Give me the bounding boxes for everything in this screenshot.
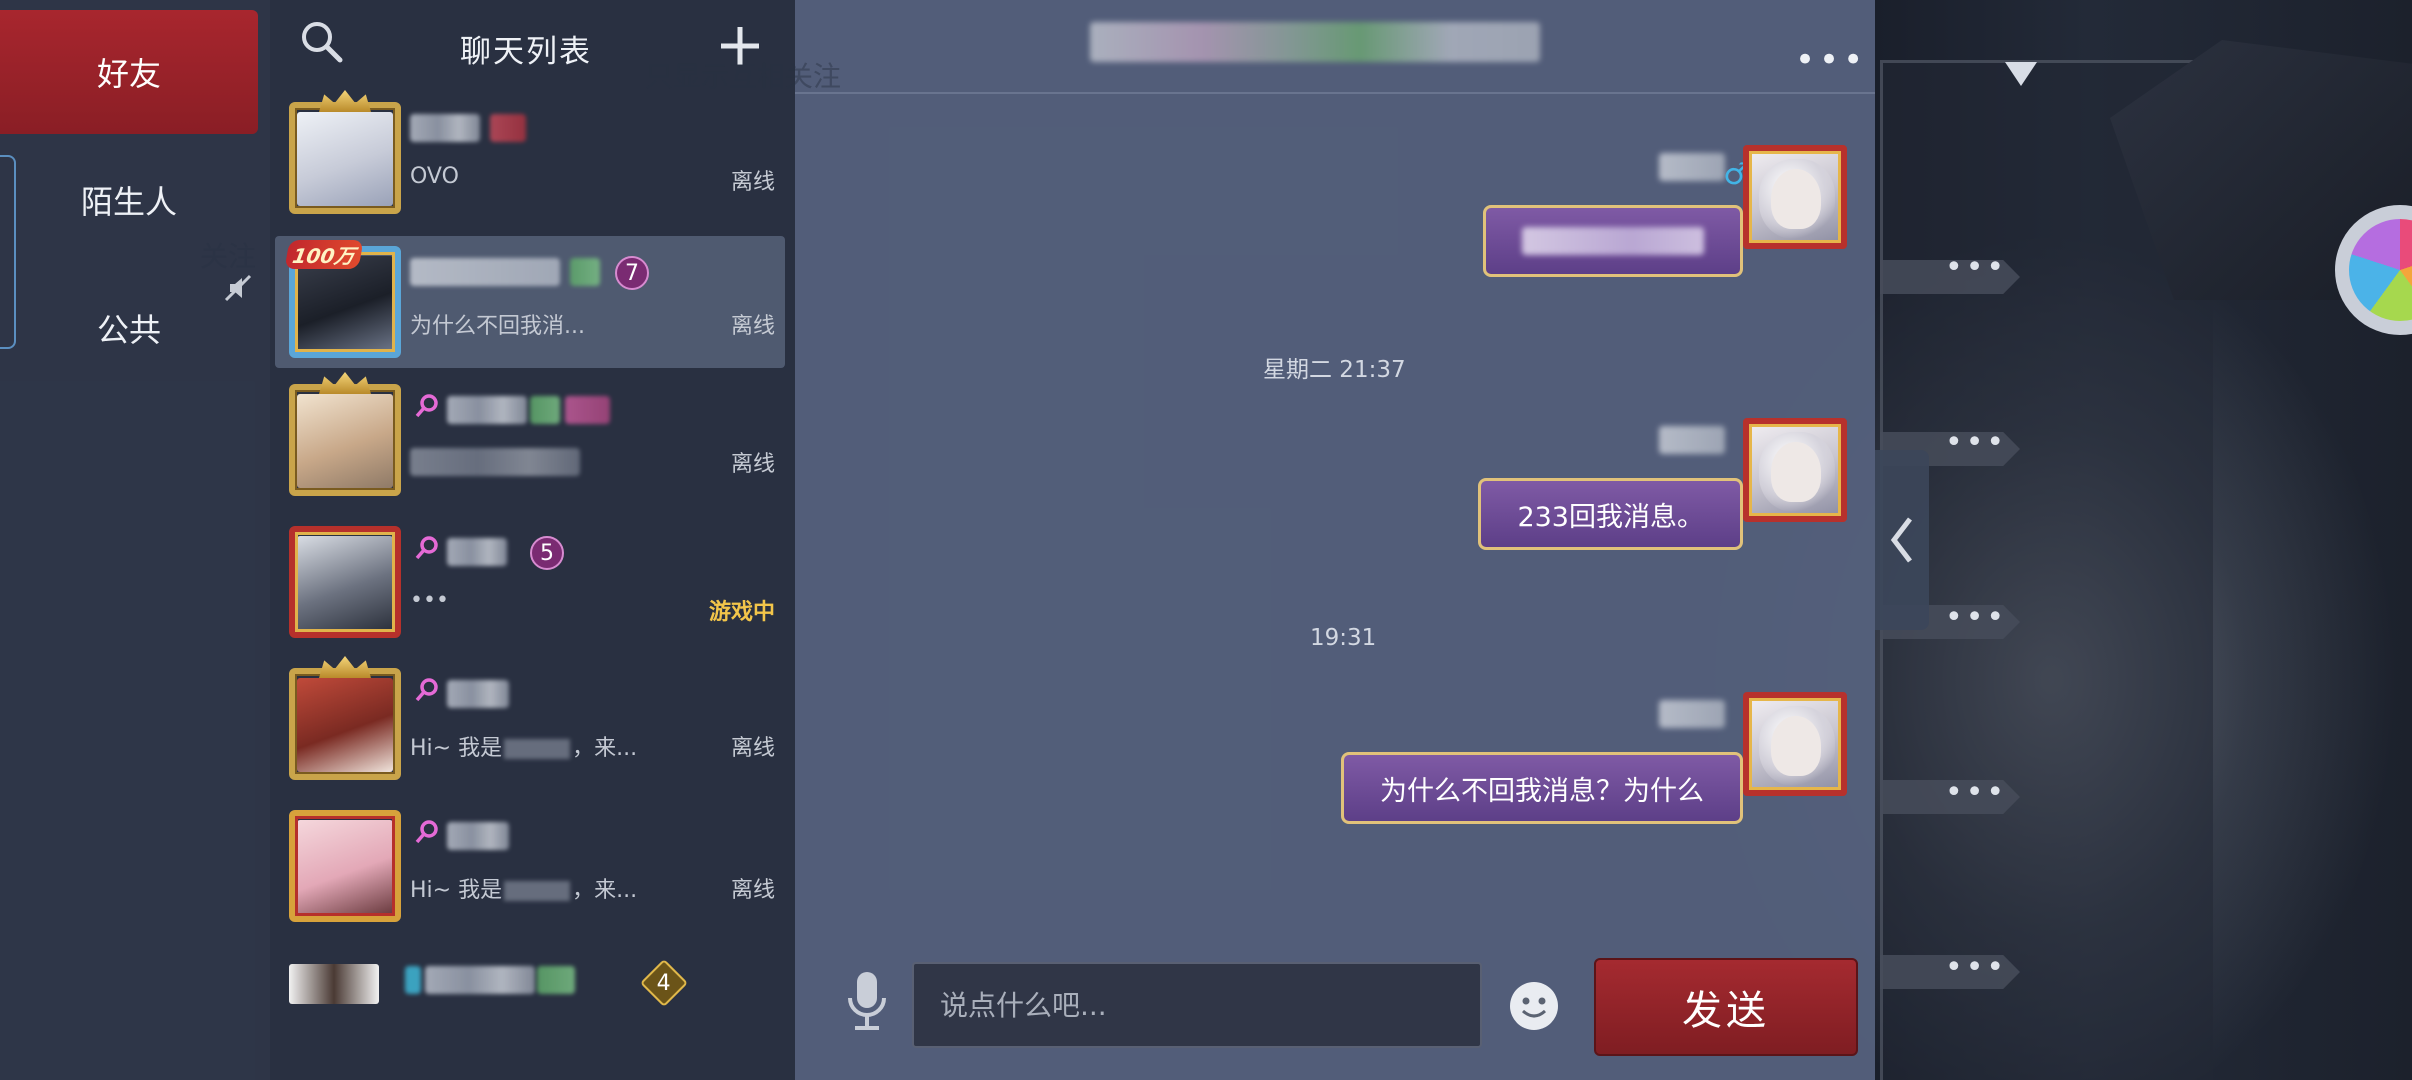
message-row: 233回我消息。: [795, 418, 1875, 558]
search-icon[interactable]: [298, 18, 344, 64]
send-button[interactable]: 发送: [1594, 958, 1858, 1056]
message-text: 233回我消息。: [1517, 501, 1704, 533]
contact-status: 离线: [730, 452, 775, 477]
message-bubble: [1483, 205, 1743, 277]
message-row: 为什么不回我消息？为什么: [795, 692, 1875, 832]
message-timestamp: 19:31: [1310, 625, 1377, 651]
emoji-icon[interactable]: [1508, 980, 1560, 1032]
female-icon: [415, 536, 438, 560]
dropdown-arrow-icon: [2005, 62, 2037, 86]
mic-icon[interactable]: [845, 970, 889, 1032]
contact-status: 离线: [730, 878, 775, 903]
avatar: [289, 810, 401, 922]
contact-name-redacted: [447, 396, 527, 424]
send-button-label: 发送: [1682, 988, 1770, 1034]
female-icon: [415, 820, 438, 844]
avatar: 100万: [284, 240, 401, 358]
message-bubble: 为什么不回我消息？为什么: [1341, 752, 1743, 824]
message-input[interactable]: [912, 962, 1482, 1048]
avatar: [289, 656, 401, 780]
contact-name-redacted: [425, 966, 535, 994]
unread-count-badge: 7: [615, 256, 649, 290]
background-more-icon: •••: [1945, 250, 2008, 285]
contact-item[interactable]: OVO 离线: [275, 90, 785, 224]
contact-preview: •••: [410, 588, 449, 613]
avatar: [289, 90, 401, 214]
unread-count-badge: 4: [639, 958, 689, 1008]
nav-tab-label: 好友: [96, 55, 161, 93]
header-divider: [795, 92, 1875, 94]
avatar: [289, 526, 401, 638]
contact-name-redacted: [530, 396, 560, 424]
sender-avatar[interactable]: [1743, 145, 1847, 249]
background-more-icon: •••: [1945, 950, 2008, 985]
background-more-icon: •••: [1945, 425, 2008, 460]
contact-preview: Hi~ 我是 ，来...: [410, 736, 638, 761]
chat-panel: ••• 只显示互相关注 关注 ♂ 星期二 21:37 233回我消息。 19:3…: [200, 0, 1875, 1080]
female-icon: [415, 394, 438, 418]
nav-tab-friends[interactable]: 好友: [0, 10, 258, 134]
contact-name-redacted: [447, 822, 509, 850]
contact-status: 离线: [730, 314, 775, 339]
nav-tab-label: 陌生人: [80, 183, 177, 221]
background-more-icon: •••: [1945, 600, 2008, 635]
contact-name-redacted: [570, 258, 600, 286]
sender-avatar[interactable]: [1743, 692, 1847, 796]
female-icon: [415, 678, 438, 702]
contact-status: 游戏中: [708, 600, 775, 625]
message-bubble: 233回我消息。: [1478, 478, 1743, 550]
contact-item[interactable]: 4: [275, 942, 785, 1074]
contact-item[interactable]: 100万 7 为什么不回我消... 离线: [275, 236, 785, 368]
chat-list-panel: 聊天列表 OVO 离线 100万 7 为什么不回我消... 离线 离线 5 ••…: [270, 0, 795, 1080]
mute-icon[interactable]: [220, 270, 256, 306]
unread-count-badge: 5: [530, 536, 564, 570]
background-more-icon: •••: [1945, 775, 2008, 810]
more-icon[interactable]: •••: [1795, 40, 1867, 80]
message-timestamp: 星期二 21:37: [1263, 357, 1406, 383]
contact-name-redacted: [537, 966, 575, 994]
nav-tab-label: 公共: [96, 311, 161, 349]
sender-name-redacted: [1659, 153, 1725, 181]
contact-name-redacted: [565, 396, 610, 424]
chevron-left-icon: [1890, 517, 1912, 563]
million-badge: 100万: [284, 240, 364, 269]
contact-preview: Hi~ 我是 ，来...: [410, 878, 638, 903]
contact-status: 离线: [730, 736, 775, 761]
chat-title-redacted: [1090, 22, 1540, 62]
contact-name-redacted: [410, 258, 560, 286]
background-follow-label: 关注: [200, 240, 257, 273]
left-nav: 好友 陌生人 公共: [0, 0, 270, 1080]
contact-preview: 为什么不回我消...: [410, 314, 585, 339]
contact-status: 离线: [730, 170, 775, 195]
contact-preview: OVO: [410, 164, 459, 189]
contact-name-redacted: [490, 114, 526, 142]
sender-name-redacted: [1659, 700, 1725, 728]
avatar: [289, 964, 401, 1044]
sender-name-redacted: [1659, 426, 1725, 454]
contact-preview-redacted: [410, 448, 580, 476]
contact-name-redacted: [410, 114, 480, 142]
sender-avatar[interactable]: [1743, 418, 1847, 522]
avatar: [289, 372, 401, 496]
contact-item[interactable]: 5 ••• 游戏中: [275, 516, 785, 648]
chat-list-title: 聊天列表: [460, 34, 592, 70]
contact-name-redacted: [405, 966, 421, 994]
message-text: 为什么不回我消息？为什么: [1380, 775, 1704, 807]
contact-name-redacted: [447, 538, 507, 566]
contact-item[interactable]: Hi~ 我是 ，来... 离线: [275, 800, 785, 932]
collapse-tab[interactable]: [1875, 450, 1929, 630]
contact-item[interactable]: 离线: [275, 372, 785, 506]
background-filter-label: 只显示互相关注: [645, 60, 842, 93]
contact-name-redacted: [447, 680, 509, 708]
message-row: ♂: [795, 145, 1875, 285]
message-text-redacted: [1522, 227, 1704, 255]
contact-item[interactable]: Hi~ 我是 ，来... 离线: [275, 656, 785, 790]
